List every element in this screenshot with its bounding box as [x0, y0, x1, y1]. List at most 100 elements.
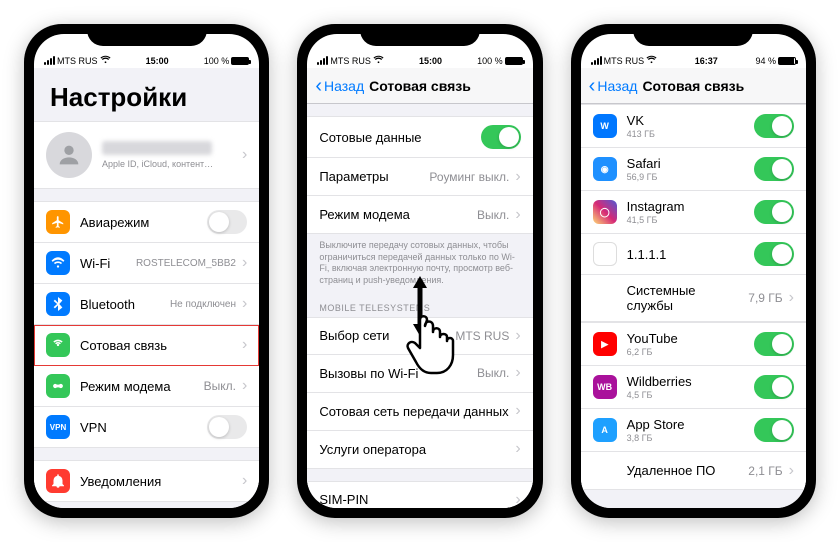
carrier-label: MTS RUS [330, 56, 371, 66]
app-row[interactable]: ▶ YouTube 6,2 ГБ [581, 322, 806, 366]
wifi-settings-icon [46, 251, 70, 275]
notifications-row[interactable]: Уведомления › [34, 460, 259, 502]
apple-id-row[interactable]: Apple ID, iCloud, контент… › [34, 121, 259, 189]
screen: MTS RUS 16:37 94 % ‹ Назад Сотовая связь… [581, 34, 806, 508]
app-usage: 56,9 ГБ [627, 172, 754, 182]
app-toggle[interactable] [754, 332, 794, 356]
chevron-right-icon: › [515, 441, 520, 457]
network-sel-label: Выбор сети [319, 328, 449, 343]
airplane-label: Авиарежим [80, 215, 207, 230]
app-usage: 6,2 ГБ [627, 347, 754, 357]
cellular-network-label: Сотовая сеть передачи данных [319, 404, 509, 419]
battery-label: 100 % [204, 56, 230, 66]
hotspot-value: Выкл. [204, 379, 236, 393]
airplane-icon [46, 210, 70, 234]
sim-pin-row[interactable]: SIM-PIN › [307, 481, 532, 508]
app-icon: ◯ [593, 200, 617, 224]
wifi-calling-value: Выкл. [477, 366, 509, 380]
app-row[interactable]: W VK 413 ГБ [581, 104, 806, 148]
app-toggle[interactable] [754, 418, 794, 442]
options-label: Параметры [319, 169, 423, 184]
cellular-data-row[interactable]: Сотовые данные [307, 116, 532, 158]
options-row[interactable]: Параметры Роуминг выкл. › [307, 158, 532, 196]
app-name: 1.1.1.1 [627, 247, 754, 262]
app-row[interactable]: WB Wildberries 4,5 ГБ [581, 366, 806, 409]
cellular-network-row[interactable]: Сотовая сеть передачи данных › [307, 393, 532, 431]
bluetooth-label: Bluetooth [80, 297, 164, 312]
vpn-row[interactable]: VPN VPN [34, 407, 259, 448]
app-toggle[interactable] [754, 242, 794, 266]
back-button[interactable]: ‹ Назад [315, 78, 364, 94]
phone-cellular-apps: MTS RUS 16:37 94 % ‹ Назад Сотовая связь… [571, 24, 816, 518]
vpn-icon: VPN [46, 415, 70, 439]
wifi-icon [373, 55, 384, 66]
screen: MTS RUS 15:00 100 % ‹ Назад Сотовая связ… [307, 34, 532, 508]
app-toggle[interactable] [754, 157, 794, 181]
section-header: MOBILE TELESYSTEMS [307, 291, 532, 317]
app-row[interactable]: A App Store 3,8 ГБ [581, 409, 806, 452]
nav-bar: ‹ Назад Сотовая связь [581, 68, 806, 104]
app-row[interactable]: 1⃣ 1.1.1.1 [581, 234, 806, 275]
app-toggle[interactable] [754, 200, 794, 224]
app-toggle[interactable] [754, 375, 794, 399]
hotspot-label: Режим модема [319, 207, 471, 222]
system-services-row[interactable]: Системные службы 7,9 ГБ › [581, 275, 806, 322]
back-button[interactable]: ‹ Назад [589, 78, 638, 94]
network-selection-row[interactable]: Выбор сети MTS RUS › [307, 317, 532, 355]
chevron-right-icon: › [515, 207, 520, 223]
wifi-icon [100, 55, 111, 66]
chevron-right-icon: › [242, 378, 247, 394]
chevron-right-icon: › [515, 365, 520, 381]
hotspot-row[interactable]: Режим модема Выкл. › [307, 196, 532, 234]
app-icon: W [593, 114, 617, 138]
options-value: Роуминг выкл. [429, 170, 509, 184]
signal-icon [317, 56, 328, 65]
status-time: 15:00 [146, 56, 169, 66]
app-toggle[interactable] [754, 114, 794, 138]
chevron-right-icon: › [242, 337, 247, 353]
status-time: 16:37 [695, 56, 718, 66]
signal-icon [44, 56, 55, 65]
carrier-services-label: Услуги оператора [319, 442, 509, 457]
hotspot-label: Режим модема [80, 379, 198, 394]
battery-icon [778, 57, 796, 65]
app-usage: 413 ГБ [627, 129, 754, 139]
cellular-row[interactable]: Сотовая связь › [34, 325, 259, 366]
wifi-icon [646, 55, 657, 66]
carrier-services-row[interactable]: Услуги оператора › [307, 431, 532, 469]
vpn-toggle[interactable] [207, 415, 247, 439]
wifi-calling-row[interactable]: Вызовы по Wi-Fi Выкл. › [307, 355, 532, 393]
notifications-icon [46, 469, 70, 493]
bluetooth-row[interactable]: Bluetooth Не подключен › [34, 284, 259, 325]
app-row[interactable]: ◯ Instagram 41,5 ГБ [581, 191, 806, 234]
app-usage: 41,5 ГБ [627, 215, 754, 225]
wifi-calling-label: Вызовы по Wi-Fi [319, 366, 471, 381]
airplane-row[interactable]: Авиарежим [34, 201, 259, 243]
wifi-row[interactable]: Wi-Fi ROSTELECOM_5BB2 › [34, 243, 259, 284]
cellular-icon [46, 333, 70, 357]
signal-icon [591, 56, 602, 65]
chevron-right-icon: › [789, 290, 794, 306]
app-name: Safari [627, 156, 754, 171]
removed-apps-label: Удаленное ПО [627, 463, 743, 478]
cellular-data-toggle[interactable] [481, 125, 521, 149]
back-label: Назад [324, 78, 364, 94]
battery-label: 100 % [477, 56, 503, 66]
app-row[interactable]: ◉ Safari 56,9 ГБ [581, 148, 806, 191]
airplane-toggle[interactable] [207, 210, 247, 234]
hotspot-row[interactable]: Режим модема Выкл. › [34, 366, 259, 407]
app-icon: ◉ [593, 157, 617, 181]
wifi-value: ROSTELECOM_5BB2 [136, 258, 236, 269]
chevron-right-icon: › [242, 296, 247, 312]
chevron-right-icon: › [515, 169, 520, 185]
footnote: Выключите передачу сотовых данных, чтобы… [307, 234, 532, 291]
bluetooth-icon [46, 292, 70, 316]
app-icon: WB [593, 375, 617, 399]
removed-apps-row[interactable]: Удаленное ПО 2,1 ГБ › [581, 452, 806, 490]
app-name: Wildberries [627, 374, 754, 389]
chevron-right-icon: › [515, 403, 520, 419]
notifications-label: Уведомления [80, 474, 236, 489]
sim-pin-label: SIM-PIN [319, 492, 509, 507]
notch [87, 24, 207, 46]
app-icon: ▶ [593, 332, 617, 356]
